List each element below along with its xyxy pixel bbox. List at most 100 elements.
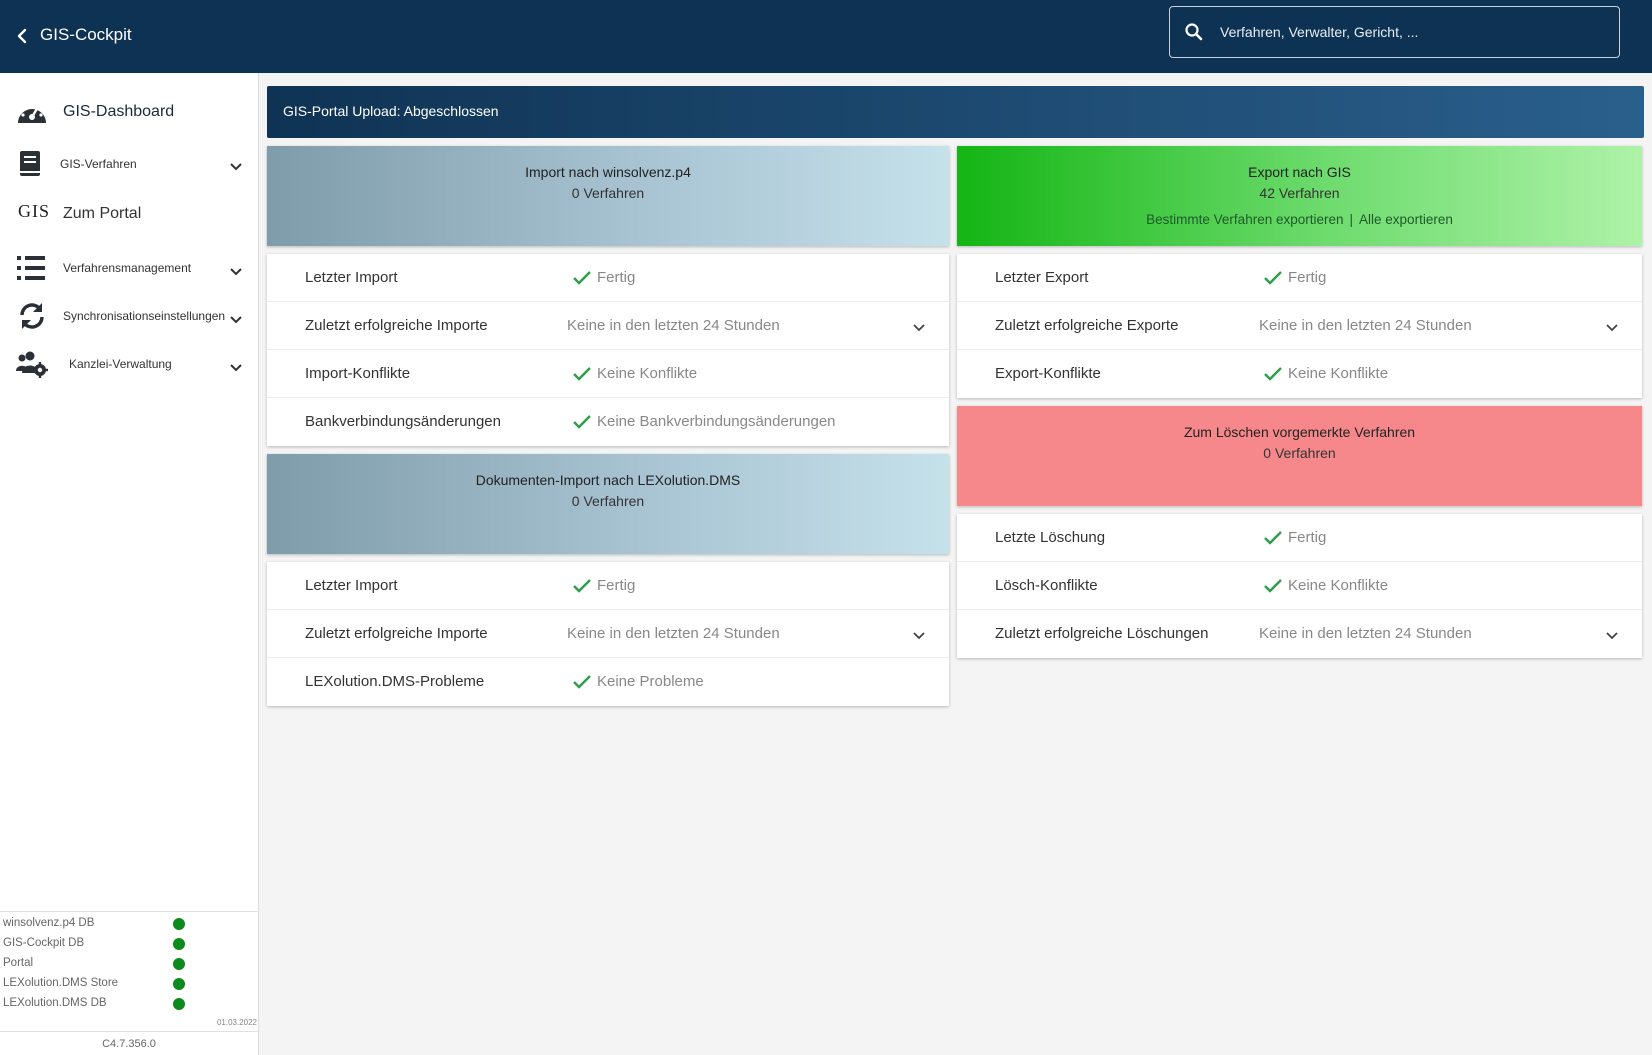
sidebar-item-gis-verfahren[interactable]: GIS-Verfahren — [0, 145, 258, 185]
row-value: Keine in den letzten 24 Stunden — [567, 317, 780, 334]
table-row: Letzter Export Fertig — [957, 254, 1642, 302]
sidebar-item-label: Synchronisationseinstellungen — [63, 309, 226, 323]
row-label: LEXolution.DMS-Probleme — [305, 673, 485, 690]
row-value: Keine in den letzten 24 Stunden — [1259, 317, 1472, 334]
version-label: C4.7.356.0 — [0, 1031, 258, 1055]
check-icon — [573, 579, 591, 593]
card-count: 42 Verfahren — [1259, 185, 1340, 201]
row-label: Lösch-Konflikte — [995, 577, 1098, 594]
chevron-down-icon[interactable] — [1604, 319, 1620, 335]
card-title: Zum Löschen vorgemerkte Verfahren — [1183, 424, 1416, 440]
table-row[interactable]: Zuletzt erfolgreiche Importe Keine in de… — [267, 610, 949, 658]
status-ok-icon — [173, 938, 185, 950]
row-label: Letzter Import — [305, 577, 398, 594]
export-selected-link[interactable]: Bestimmte Verfahren exportieren — [1146, 212, 1343, 227]
status-ok-icon — [173, 958, 185, 970]
status-item: GIS-Cockpit DB — [0, 934, 258, 954]
link-separator: | — [1349, 212, 1354, 227]
check-icon — [573, 271, 591, 285]
table-row[interactable]: Zuletzt erfolgreiche Löschungen Keine in… — [957, 610, 1642, 658]
check-icon — [1264, 531, 1282, 545]
row-value: Keine Bankverbindungsänderungen — [597, 413, 836, 430]
status-item: LEXolution.DMS DB — [0, 994, 258, 1014]
search-box[interactable] — [1169, 6, 1620, 58]
table-row: Export-Konflikte Keine Konflikte — [957, 350, 1642, 398]
import-head: Import nach winsolvenz.p4 0 Verfahren — [267, 146, 949, 246]
export-links: Bestimmte Verfahren exportieren | Alle exp… — [957, 212, 1642, 227]
sidebar-item-dashboard[interactable]: GIS-Dashboard — [0, 93, 258, 133]
table-row[interactable]: Zuletzt erfolgreiche Exporte Keine in de… — [957, 302, 1642, 350]
chevron-down-icon[interactable] — [911, 627, 927, 643]
row-label: Export-Konflikte — [995, 365, 1101, 382]
delete-card-header: Zum Löschen vorgemerkte Verfahren 0 Verf… — [957, 406, 1642, 506]
search-input[interactable] — [1220, 17, 1600, 47]
book-icon — [20, 151, 40, 176]
search-icon — [1185, 23, 1203, 41]
row-label: Bankverbindungsänderungen — [305, 413, 501, 430]
chevron-down-icon[interactable] — [228, 263, 244, 279]
status-date: 01.03.2022 — [216, 1018, 257, 1027]
sidebar-item-verfahrensmanagement[interactable]: Verfahrensmanagement — [0, 249, 258, 289]
sidebar-item-kanzlei[interactable]: Kanzlei-Verwaltung — [0, 345, 258, 385]
row-value: Keine in den letzten 24 Stunden — [567, 625, 780, 642]
status-name: winsolvenz.p4 DB — [3, 917, 95, 929]
export-card-header: Export nach GIS 42 Verfahren Bestimmte V… — [957, 146, 1642, 246]
sidebar-item-portal[interactable]: GIS Zum Portal — [0, 197, 258, 237]
sidebar-item-label: Verfahrensmanagement — [63, 261, 192, 275]
export-card-body: Letzter Export Fertig Zuletzt erfolgreic… — [957, 254, 1642, 398]
status-item: LEXolution.DMS Store — [0, 974, 258, 994]
status-ok-icon — [173, 998, 185, 1010]
chevron-down-icon[interactable] — [228, 359, 244, 375]
check-icon — [573, 415, 591, 429]
row-label: Zuletzt erfolgreiche Löschungen — [995, 625, 1209, 642]
status-ok-icon — [173, 918, 185, 930]
table-row: Import-Konflikte Keine Konflikte — [267, 350, 949, 398]
top-bar: GIS-Cockpit — [0, 0, 1652, 73]
row-label: Zuletzt erfolgreiche Importe — [305, 317, 488, 334]
card-count: 0 Verfahren — [571, 185, 645, 201]
sidebar-item-label: GIS-Dashboard — [63, 103, 175, 120]
row-label: Zuletzt erfolgreiche Exporte — [995, 317, 1179, 334]
check-icon — [1264, 367, 1282, 381]
row-value: Fertig — [1288, 269, 1327, 286]
dms-card-header: Dokumenten-Import nach LEXolution.DMS 0 … — [267, 454, 949, 554]
table-row[interactable]: Zuletzt erfolgreiche Importe Keine in de… — [267, 302, 949, 350]
chevron-down-icon[interactable] — [911, 319, 927, 335]
row-value: Keine Probleme — [597, 673, 704, 690]
card-title: Import nach winsolvenz.p4 — [525, 164, 691, 180]
status-ok-icon — [173, 978, 185, 990]
gis-logo-icon: GIS — [18, 201, 51, 221]
sidebar-item-synchronisation[interactable]: Synchronisationseinstellungen — [0, 297, 258, 337]
chevron-down-icon[interactable] — [228, 158, 244, 174]
chevron-down-icon[interactable] — [228, 311, 244, 327]
check-icon — [573, 367, 591, 381]
app-title: GIS-Cockpit — [40, 25, 132, 44]
import-card-body: Letzter Import Fertig Zuletzt erfolgreic… — [267, 254, 949, 446]
row-label: Import-Konflikte — [305, 365, 411, 382]
status-name: GIS-Cockpit DB — [3, 937, 85, 949]
back-arrow-icon[interactable] — [12, 26, 32, 46]
chevron-down-icon[interactable] — [1604, 627, 1620, 643]
status-item: Portal — [0, 954, 258, 974]
table-row: Bankverbindungsänderungen Keine Bankverb… — [267, 398, 949, 446]
table-row: Letzte Löschung Fertig — [957, 514, 1642, 562]
row-value: Fertig — [1288, 529, 1327, 546]
row-value: Keine Konflikte — [1288, 365, 1389, 382]
check-icon — [1264, 271, 1282, 285]
card-count: 0 Verfahren — [1263, 445, 1336, 461]
import-card-header: Import nach winsolvenz.p4 0 Verfahren — [267, 146, 949, 246]
row-value: Fertig — [597, 269, 636, 286]
status-name: LEXolution.DMS DB — [3, 997, 107, 1009]
sidebar-item-label: GIS-Verfahren — [60, 157, 137, 171]
row-value: Keine Konflikte — [1288, 577, 1389, 594]
delete-card-body: Letzte Löschung Fertig Lösch-Konflikte K… — [957, 514, 1642, 658]
table-row: Letzter Import Fertig — [267, 562, 949, 610]
table-row: Lösch-Konflikte Keine Konflikte — [957, 562, 1642, 610]
row-label: Letzter Import — [305, 269, 398, 286]
card-title: Export nach GIS — [1248, 164, 1351, 180]
dms-head: Dokumenten-Import nach LEXolution.DMS 0 … — [267, 454, 949, 554]
check-icon — [573, 675, 591, 689]
delete-head: Zum Löschen vorgemerkte Verfahren 0 Verf… — [957, 406, 1642, 506]
row-value: Keine Konflikte — [597, 365, 698, 382]
export-all-link[interactable]: Alle exportieren — [1359, 212, 1453, 227]
